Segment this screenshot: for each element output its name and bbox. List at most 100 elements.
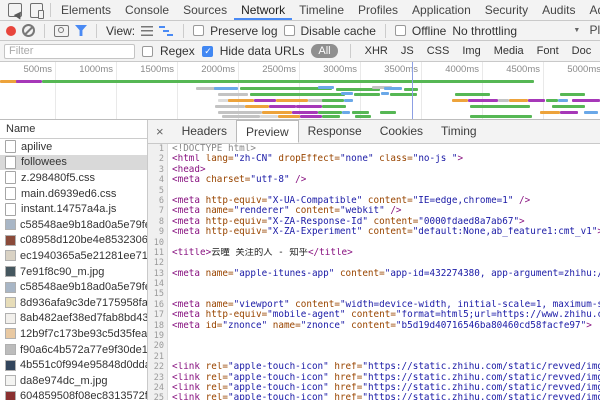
request-row-12b9f7c173be93c5d35fea2d-[interactable]: 12b9f7c173be93c5d35fea2d... [0,326,147,342]
devtools-tab-timeline[interactable]: Timeline [292,0,351,20]
type-filter-all[interactable]: All [311,44,337,58]
request-name: apilive [21,141,52,153]
document-icon [5,140,16,153]
code-line: 9<meta http-equiv="X-ZA-Experiment" cont… [148,227,600,237]
waterfall-bar [381,92,389,95]
request-row-apilive[interactable]: apilive [0,139,147,155]
waterfall-bar [354,93,380,96]
request-row-c08958d120be4e853230649-[interactable]: c08958d120be4e853230649... [0,233,147,249]
devtools-tab-network[interactable]: Network [234,0,292,20]
request-row-8ab482aef38ed7fab8bd4314-[interactable]: 8ab482aef38ed7fab8bd4314... [0,311,147,327]
divider [44,24,45,38]
waterfall-bar [380,111,396,114]
record-icon[interactable] [6,26,16,36]
type-filter-css[interactable]: CSS [425,45,452,57]
waterfall-bar [276,99,308,102]
filter-input[interactable] [4,44,135,59]
request-row-f90a6c4b572a77e9f30de153-[interactable]: f90a6c4b572a77e9f30de153... [0,342,147,358]
request-row-z-298480f5-css[interactable]: z.298480f5.css [0,170,147,186]
network-overview[interactable]: 500ms1000ms1500ms2000ms2500ms3000ms3500m… [0,62,600,120]
request-row-instant-14757a4a-js[interactable]: instant.14757a4a.js [0,201,147,217]
hide-data-urls-checkbox[interactable] [202,46,213,57]
detail-tab-timing[interactable]: Timing [432,120,486,143]
line-number: 6 [148,196,168,206]
filter-icon[interactable] [75,25,87,36]
line-number: 2 [148,154,168,164]
request-name: 604859508f08ec8313572f0e7 [20,390,147,400]
regex-checkbox[interactable] [142,46,153,57]
clear-icon[interactable] [22,24,35,37]
preserve-log-checkbox[interactable] [193,25,204,36]
disable-cache-checkbox[interactable] [284,25,295,36]
request-row-main-d6939ed6-css[interactable]: main.d6939ed6.css [0,186,147,202]
throttling-value: No throttling [452,24,517,38]
chevron-down-icon: ▼ [573,27,580,34]
line-number: 8 [148,217,168,227]
code-line: 14 [148,279,600,289]
type-filter-img[interactable]: Img [460,45,482,57]
source-text: <meta http-equiv="X-ZA-Response-Id" cont… [168,217,525,227]
offline-checkbox[interactable] [395,25,406,36]
request-row-604859508f08ec8313572f0e7[interactable]: 604859508f08ec8313572f0e7 [0,389,147,400]
throttling-dropdown[interactable]: No throttling ▼ [452,24,580,38]
waterfall-bar [384,87,402,90]
detail-tab-cookies[interactable]: Cookies [371,120,432,143]
request-list-view-icon[interactable] [141,26,153,36]
line-number: 22 [148,362,168,372]
detail-tab-response[interactable]: Response [299,120,371,143]
regex-label: Regex [160,44,195,58]
code-line: 3<head> [148,165,600,175]
image-thumbnail-icon [5,375,16,386]
inspect-cursor-icon[interactable] [8,3,22,17]
devtools-tab-sources[interactable]: Sources [176,0,234,20]
line-number: 4 [148,175,168,185]
request-name: instant.14757a4a.js [21,203,116,215]
request-row-8d936afa9c3de7175958fae5-[interactable]: 8d936afa9c3de7175958fae5... [0,295,147,311]
type-filter-font[interactable]: Font [535,45,561,57]
request-row-ec1940365a5e21281ee71856-[interactable]: ec1940365a5e21281ee71856... [0,248,147,264]
request-name: c58548ae9b18ad0a5e79fe4e... [20,219,147,231]
waterfall-bar [584,111,598,114]
waterfall-bar [509,99,528,102]
divider [50,3,51,17]
type-filter-js[interactable]: JS [399,45,416,57]
close-icon[interactable]: × [148,124,173,139]
device-toolbar-icon[interactable] [30,3,43,18]
request-row-da8e974dc-m-jpg[interactable]: da8e974dc_m.jpg [0,373,147,389]
source-text: <meta charset="utf-8" /> [168,175,306,185]
waterfall-bar [470,105,530,108]
detail-tab-headers[interactable]: Headers [173,120,236,143]
devtools-tab-audits[interactable]: Audits [535,0,582,20]
devtools-tab-console[interactable]: Console [118,0,176,20]
line-number: 17 [148,310,168,320]
type-filter-media[interactable]: Media [492,45,526,57]
waterfall-bar [292,111,318,114]
type-filter-doc[interactable]: Doc [570,45,594,57]
devtools-tab-adblock-plus[interactable]: Adblock Plus [582,0,600,20]
waterfall-bar [558,99,568,102]
waterfall-view-icon[interactable] [159,26,165,28]
preview-source-view[interactable]: 1<!DOCTYPE html>2<html lang="zh-CN" drop… [148,144,600,400]
image-thumbnail-icon [5,313,16,324]
source-text: <link rel="apple-touch-icon" href="https… [168,362,600,372]
request-row-7e91f8c90-m-jpg[interactable]: 7e91f8c90_m.jpg [0,264,147,280]
source-text: <meta name="viewport" content="width=dev… [168,300,600,310]
request-row-4b551c0f994e95848d0dda09-[interactable]: 4b551c0f994e95848d0dda09... [0,357,147,373]
timeline-tick-label: 1000ms [56,64,113,75]
image-thumbnail-icon [5,235,16,246]
request-row-followees[interactable]: followees [0,155,147,171]
capture-screenshots-icon[interactable] [54,25,69,37]
detail-tab-preview[interactable]: Preview [236,120,299,143]
request-row-c58548ae9b18ad0a5e79fe4e-[interactable]: c58548ae9b18ad0a5e79fe4e... [0,279,147,295]
type-filter-xhr[interactable]: XHR [363,45,390,57]
source-text: <meta http-equiv="X-UA-Compatible" conte… [168,196,530,206]
request-row-c58548ae9b18ad0a5e79fe4e-[interactable]: c58548ae9b18ad0a5e79fe4e... [0,217,147,233]
devtools-tab-application[interactable]: Application [405,0,478,20]
devtools-tab-elements[interactable]: Elements [54,0,118,20]
view-label: View: [106,24,135,38]
devtools-tab-profiles[interactable]: Profiles [351,0,405,20]
code-line: 12 [148,258,600,268]
name-column-header[interactable]: Name [0,120,147,139]
devtools-tab-security[interactable]: Security [478,0,535,20]
waterfall-bar [528,99,545,102]
